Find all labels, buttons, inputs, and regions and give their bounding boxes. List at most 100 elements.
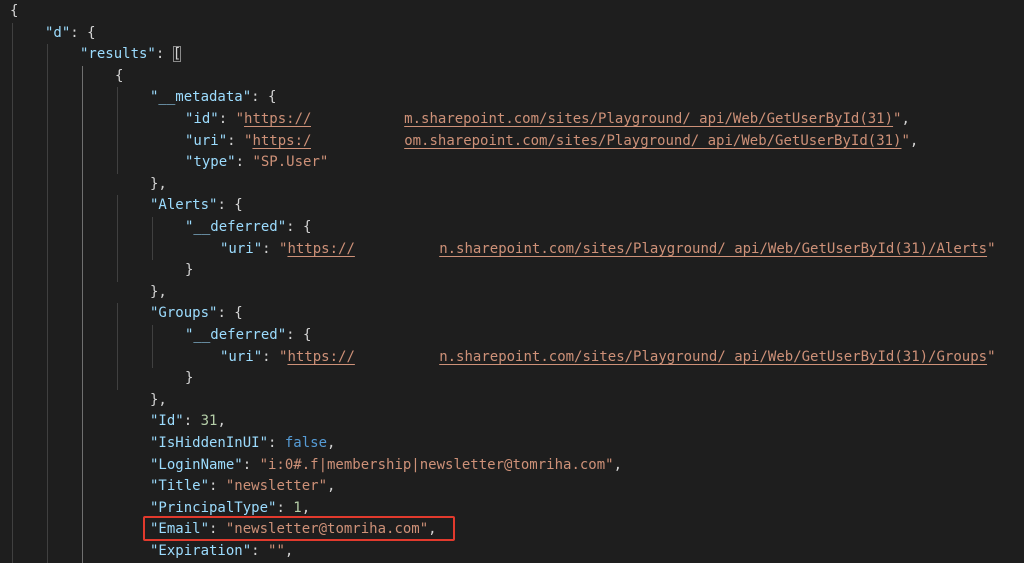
- code-token: :: [251, 543, 269, 559]
- code-line: "Groups": {: [150, 303, 243, 325]
- code-token: }: [185, 370, 194, 387]
- code-token: "__deferred": [185, 327, 287, 343]
- code-token: "uri": [220, 348, 263, 365]
- code-token: :: [262, 348, 280, 365]
- indent-guide: [82, 65, 83, 563]
- code-token: n.sharepoint.com/sites/Playground/_api/W…: [439, 348, 988, 365]
- code-token: https://: [287, 348, 355, 365]
- code-token: ,: [217, 413, 226, 430]
- code-line: "Expiration": "",: [150, 541, 293, 563]
- indent-guide: [152, 217, 153, 261]
- code-token: "newsletter": [225, 478, 328, 495]
- code-line: "Title": "newsletter",: [150, 476, 335, 498]
- code-line: "IsHiddenInUI": false,: [150, 433, 335, 455]
- code-token: "": [268, 543, 285, 559]
- code-token: :: [268, 435, 285, 451]
- code-token: },: [150, 175, 167, 192]
- code-line: "__deferred": {: [185, 325, 311, 347]
- code-line: "__metadata": {: [150, 87, 276, 109]
- code-line: },: [150, 282, 167, 304]
- redaction-mask: [311, 130, 405, 153]
- code-line: "__deferred": {: [185, 217, 311, 239]
- code-token: :: [235, 154, 253, 171]
- code-token: "Expiration": [150, 543, 252, 559]
- code-token: },: [150, 283, 167, 300]
- code-token: [: [172, 46, 182, 63]
- code-token: "d": [45, 24, 71, 41]
- code-token: "SP.User": [252, 154, 329, 171]
- indent-guide: [117, 195, 118, 282]
- code-token: "Alerts": [150, 197, 218, 214]
- code-line: "Alerts": {: [150, 195, 243, 217]
- code-token: "i:0#.f|membership|newsletter@tomriha.co…: [259, 456, 614, 473]
- code-token: ,: [327, 435, 336, 451]
- code-line: "uri": " https:/ om.sharepoint.com/sites/…: [185, 130, 919, 153]
- code-token: "uri": [185, 132, 228, 149]
- code-token: : {: [286, 327, 312, 343]
- code-token: :: [155, 46, 173, 63]
- code-line: "LoginName": "i:0#.f|membership|newslett…: [150, 455, 622, 477]
- code-token: ": [901, 132, 910, 149]
- code-token: :: [262, 240, 280, 257]
- code-line: },: [150, 174, 167, 196]
- code-token: :: [227, 132, 245, 149]
- code-token: om.sharepoint.com/sites/Playground/_api/…: [404, 132, 902, 149]
- code-line: }: [185, 260, 193, 282]
- code-token: m.sharepoint.com/sites/Playground/_api/W…: [404, 111, 894, 127]
- code-token: "__deferred": [185, 219, 287, 235]
- code-token: "uri": [220, 240, 263, 257]
- code-token: "PrincipalType": [150, 499, 277, 516]
- code-token: : {: [70, 24, 96, 41]
- code-token: "type": [185, 154, 236, 171]
- code-token: ,: [327, 478, 336, 495]
- indent-guide: [47, 44, 48, 563]
- code-token: ": [235, 111, 245, 127]
- code-line: {: [10, 1, 18, 23]
- code-token: : {: [217, 305, 243, 322]
- email-highlight-box: [143, 516, 455, 541]
- code-token: ,: [901, 111, 910, 127]
- code-line: "uri": " https:// n.sharepoint.com/sites/…: [220, 346, 996, 369]
- code-line: "type": "SP.User": [185, 152, 328, 174]
- code-token: "IsHiddenInUI": [150, 435, 269, 451]
- indent-guide: [152, 325, 153, 369]
- code-token: "Groups": [150, 305, 218, 322]
- code-token: ": [987, 348, 996, 365]
- code-token: ,: [909, 132, 919, 149]
- redaction-mask: [354, 346, 440, 369]
- code-token: "Title": [150, 478, 210, 495]
- code-token: false: [284, 435, 328, 451]
- code-line: "Id": 31,: [150, 411, 226, 433]
- code-token: }: [185, 262, 194, 279]
- code-token: ,: [613, 456, 623, 473]
- code-token: "__metadata": [150, 89, 252, 106]
- code-token: {: [10, 3, 19, 19]
- code-token: :: [218, 111, 236, 127]
- code-line: {: [115, 66, 123, 88]
- code-line: "results": [: [80, 44, 182, 66]
- code-token: },: [150, 391, 167, 408]
- code-token: "results": [80, 46, 156, 63]
- code-token: :: [183, 413, 201, 430]
- code-token: : {: [251, 89, 277, 106]
- code-token: :: [276, 499, 294, 516]
- code-token: https:/: [252, 132, 312, 149]
- code-token: n.sharepoint.com/sites/Playground/_api/W…: [439, 240, 988, 257]
- code-token: :: [242, 456, 260, 473]
- code-line: "uri": " https:// n.sharepoint.com/sites/…: [220, 238, 996, 261]
- json-editor[interactable]: {"d": {"results": [{"__metadata": {"id":…: [0, 0, 1024, 563]
- code-token: https://: [287, 240, 355, 257]
- code-line: }: [185, 368, 193, 390]
- redaction-mask: [354, 238, 440, 261]
- code-token: "Id": [150, 413, 184, 430]
- code-token: ": [987, 240, 996, 257]
- code-line: "d": {: [45, 23, 96, 45]
- indent-guide: [12, 22, 13, 563]
- indent-guide: [117, 87, 118, 174]
- code-token: 1: [293, 499, 302, 516]
- code-token: "id": [185, 111, 219, 127]
- code-token: :: [209, 478, 226, 495]
- indent-guide: [117, 303, 118, 390]
- code-token: {: [115, 67, 124, 84]
- redaction-mask: [311, 109, 405, 131]
